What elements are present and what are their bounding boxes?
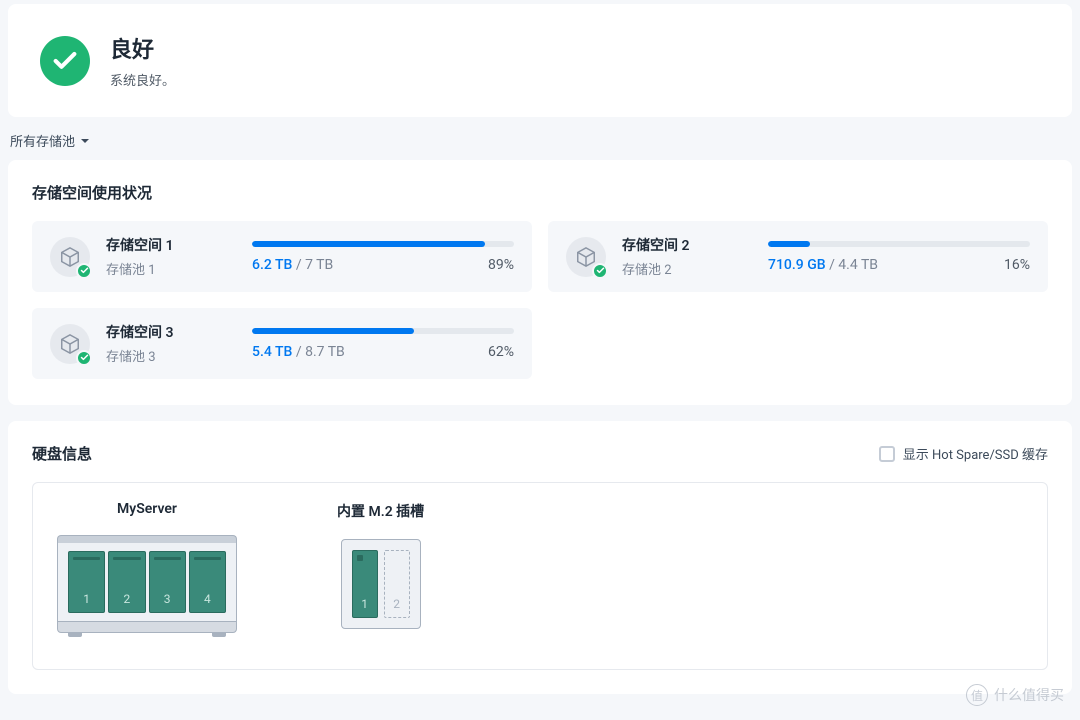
m2-slot[interactable]: 2	[384, 550, 410, 618]
stats-row: 6.2 TB / 7 TB 89%	[252, 257, 514, 273]
volume-name: 存储空间 1	[106, 235, 236, 255]
m2-device[interactable]: 内置 M.2 插槽 12	[337, 501, 424, 641]
disk-title: 硬盘信息	[32, 443, 92, 464]
drive-bay[interactable]: 1	[68, 551, 105, 613]
stats-row: 710.9 GB / 4.4 TB 16%	[768, 257, 1030, 273]
volume-item[interactable]: 存储空间 2 存储池 2 710.9 GB / 4.4 TB 16%	[548, 221, 1048, 292]
progress-fill	[252, 241, 485, 247]
usage-text: 710.9 GB / 4.4 TB	[768, 257, 878, 273]
pool-name: 存储池 1	[106, 259, 236, 278]
usage-card: 存储空间使用状况 存储空间 1 存储池 1 6.2 TB / 7 TB 89%	[8, 160, 1072, 405]
status-title: 良好	[110, 32, 175, 64]
volume-icon-wrap	[50, 237, 90, 277]
nas-illustration: 1234	[57, 535, 237, 641]
pool-name: 存储池 3	[106, 346, 236, 365]
volume-stats: 6.2 TB / 7 TB 89%	[252, 241, 514, 273]
progress-fill	[768, 241, 810, 247]
progress-fill	[252, 328, 414, 334]
status-ok-badge	[76, 350, 92, 366]
volume-stats: 5.4 TB / 8.7 TB 62%	[252, 328, 514, 360]
drive-bay[interactable]: 2	[108, 551, 145, 613]
drive-bay[interactable]: 4	[189, 551, 226, 613]
pool-name: 存储池 2	[622, 259, 752, 278]
nas-name: MyServer	[57, 501, 237, 517]
status-ok-badge	[592, 263, 608, 279]
m2-slot[interactable]: 1	[352, 550, 378, 618]
percent-text: 62%	[488, 344, 514, 360]
watermark: 值 什么值得买	[966, 684, 1064, 706]
volumes-grid: 存储空间 1 存储池 1 6.2 TB / 7 TB 89% 存储空间 2 存储…	[32, 221, 1048, 379]
disk-card: 硬盘信息 显示 Hot Spare/SSD 缓存 MyServer 1234 内…	[8, 421, 1072, 694]
progress-bar	[768, 241, 1030, 247]
usage-text: 6.2 TB / 7 TB	[252, 257, 333, 273]
watermark-icon: 值	[966, 684, 988, 706]
volume-icon-wrap	[566, 237, 606, 277]
status-ok-badge	[76, 263, 92, 279]
show-hotspare-checkbox[interactable]: 显示 Hot Spare/SSD 缓存	[879, 444, 1048, 463]
percent-text: 16%	[1004, 257, 1030, 273]
volume-icon-wrap	[50, 324, 90, 364]
status-card: 良好 系统良好。	[8, 4, 1072, 117]
volume-names: 存储空间 3 存储池 3	[106, 322, 236, 365]
storage-pool-filter[interactable]: 所有存储池	[10, 131, 89, 150]
usage-text: 5.4 TB / 8.7 TB	[252, 344, 345, 360]
status-ok-icon	[40, 36, 90, 86]
volume-names: 存储空间 1 存储池 1	[106, 235, 236, 278]
filter-label: 所有存储池	[10, 131, 75, 150]
caret-down-icon	[81, 139, 89, 143]
volume-name: 存储空间 2	[622, 235, 752, 255]
disk-header: 硬盘信息 显示 Hot Spare/SSD 缓存	[32, 443, 1048, 464]
nas-device[interactable]: MyServer 1234	[57, 501, 237, 641]
volume-item[interactable]: 存储空间 1 存储池 1 6.2 TB / 7 TB 89%	[32, 221, 532, 292]
usage-title: 存储空间使用状况	[32, 182, 1048, 203]
m2-name: 内置 M.2 插槽	[337, 501, 424, 521]
progress-bar	[252, 328, 514, 334]
drive-bay[interactable]: 3	[149, 551, 186, 613]
volume-name: 存储空间 3	[106, 322, 236, 342]
stats-row: 5.4 TB / 8.7 TB 62%	[252, 344, 514, 360]
volume-item[interactable]: 存储空间 3 存储池 3 5.4 TB / 8.7 TB 62%	[32, 308, 532, 379]
checkbox-box	[879, 446, 895, 462]
status-text-block: 良好 系统良好。	[110, 32, 175, 89]
status-subtitle: 系统良好。	[110, 70, 175, 89]
percent-text: 89%	[488, 257, 514, 273]
volume-stats: 710.9 GB / 4.4 TB 16%	[768, 241, 1030, 273]
progress-bar	[252, 241, 514, 247]
filter-row: 所有存储池	[0, 117, 1080, 160]
volume-names: 存储空间 2 存储池 2	[622, 235, 752, 278]
checkbox-text: 显示 Hot Spare/SSD 缓存	[903, 444, 1048, 463]
disk-panel: MyServer 1234 内置 M.2 插槽 12	[32, 482, 1048, 670]
m2-illustration: 12	[341, 539, 421, 629]
watermark-text: 什么值得买	[994, 685, 1064, 705]
